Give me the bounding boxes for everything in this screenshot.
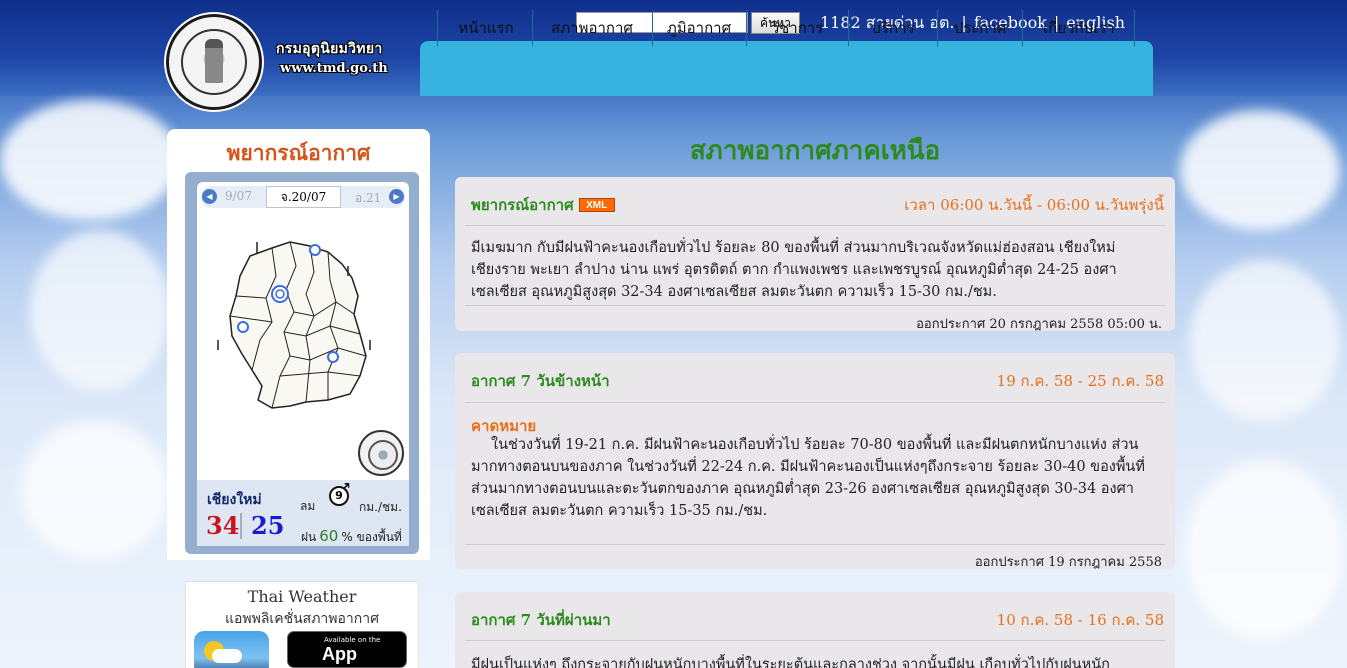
nav-item-climate[interactable]: ภูมิอากาศ (654, 10, 744, 46)
temp-max: 34 (206, 511, 240, 540)
nav-separator (937, 10, 938, 46)
rain-unit: % ของพื้นที่ (341, 530, 402, 544)
nav-item-about[interactable]: เกี่ยวกับเรา (1024, 10, 1134, 46)
station-name: เชียงใหม่ (207, 492, 262, 508)
app-store-small-text: Available on the (324, 636, 381, 644)
nav-item-academic[interactable]: วิชาการ (748, 10, 846, 46)
past-seven-text: มีฝนเป็นแห่งๆ ถึงกระจายกับฝนหนักบางพื้นท… (471, 657, 1110, 668)
nav-separator (532, 10, 533, 46)
forecast-title: พยากรณ์อากาศ XML (471, 193, 615, 217)
nav-separator (746, 10, 747, 46)
xml-feed-link[interactable]: XML (578, 198, 615, 212)
divider (465, 544, 1165, 545)
forecast-period: เวลา 06:00 น.วันนี้ - 06:00 น.วันพรุ่งนี… (904, 196, 1164, 214)
tmd-logo-seal[interactable] (166, 14, 262, 110)
main-nav (420, 41, 1153, 96)
rain-info: ฝน 60% ของพื้นที่ (301, 527, 402, 547)
date-current[interactable]: จ.20/07 (266, 186, 341, 208)
sidebar-title: พยากรณ์อากาศ (226, 140, 371, 165)
app-title: Thai Weather (247, 587, 357, 606)
logo-title[interactable]: กรมอุตุนิยมวิทยา (276, 38, 382, 60)
cloud-decoration (1185, 460, 1345, 640)
nav-item-weather[interactable]: สภาพอากาศ (534, 10, 650, 46)
nav-separator (1134, 10, 1135, 46)
page-title: สภาพอากาศภาคเหนือ (689, 136, 941, 166)
wind-speed: 9 (329, 486, 349, 506)
nav-separator (437, 10, 438, 46)
temp-min: 25 (251, 511, 285, 540)
nav-separator (652, 10, 653, 46)
forecast-text: มีเมฆมาก กับมีฝนฟ้าคะนองเกือบทั่วไป ร้อย… (471, 240, 1117, 300)
nav-separator (1022, 10, 1023, 46)
date-next[interactable]: อ.21 (355, 189, 381, 208)
date-prev[interactable]: 9/07 (225, 189, 252, 203)
thai-weather-app-icon[interactable] (194, 631, 269, 668)
seven-day-period: 19 ก.ค. 58 - 25 ก.ค. 58 (996, 372, 1164, 390)
northern-region-map[interactable] (210, 236, 380, 414)
nav-item-announcements[interactable]: ประกาศ (939, 10, 1021, 46)
past-seven-period: 10 ก.ค. 58 - 16 ก.ค. 58 (996, 611, 1164, 629)
divider (465, 640, 1165, 641)
divider (465, 402, 1165, 403)
app-subtitle: แอพพลิเคชั่นสภาพอากาศ (224, 611, 380, 627)
tmd-mini-seal-icon (358, 430, 404, 476)
seven-day-text: ในช่วงวันที่ 19-21 ก.ค. มีฝนฟ้าคะนองเกือ… (471, 437, 1145, 519)
forecast-title-text: พยากรณ์อากาศ (471, 196, 574, 214)
past-seven-title: อากาศ 7 วันที่ผ่านมา (471, 611, 611, 629)
cloud-icon (212, 649, 242, 663)
forecast-issued: ออกประกาศ 20 กรกฎาคม 2558 05:00 น. (916, 317, 1162, 332)
cloud-decoration (0, 100, 180, 220)
app-store-button[interactable]: Available on the App Store (287, 631, 407, 668)
rain-value: 60 (319, 527, 339, 545)
seal-figure (205, 39, 223, 83)
cloud-decoration (1190, 260, 1340, 420)
nav-item-home[interactable]: หน้าแรก (440, 10, 532, 46)
wind-label: ลม (300, 499, 316, 513)
seven-day-issued: ออกประกาศ 19 กรกฎาคม 2558 (974, 555, 1162, 570)
divider (465, 305, 1165, 306)
prev-date-icon[interactable]: ◀ (202, 189, 217, 204)
cloud-decoration (30, 230, 170, 390)
rain-label: ฝน (301, 530, 317, 544)
temp-divider (240, 513, 242, 539)
logo-url[interactable]: www.tmd.go.th (280, 61, 388, 76)
next-date-icon[interactable]: ▶ (389, 189, 404, 204)
divider (465, 225, 1165, 226)
cloud-decoration (1180, 110, 1340, 230)
seven-day-title: อากาศ 7 วันข้างหน้า (471, 372, 610, 390)
nav-item-services[interactable]: บริการ (850, 10, 936, 46)
cloud-decoration (20, 420, 170, 560)
wind-unit: กม./ชม. (359, 500, 402, 514)
app-store-text: App Store (322, 644, 368, 668)
nav-separator (848, 10, 849, 46)
